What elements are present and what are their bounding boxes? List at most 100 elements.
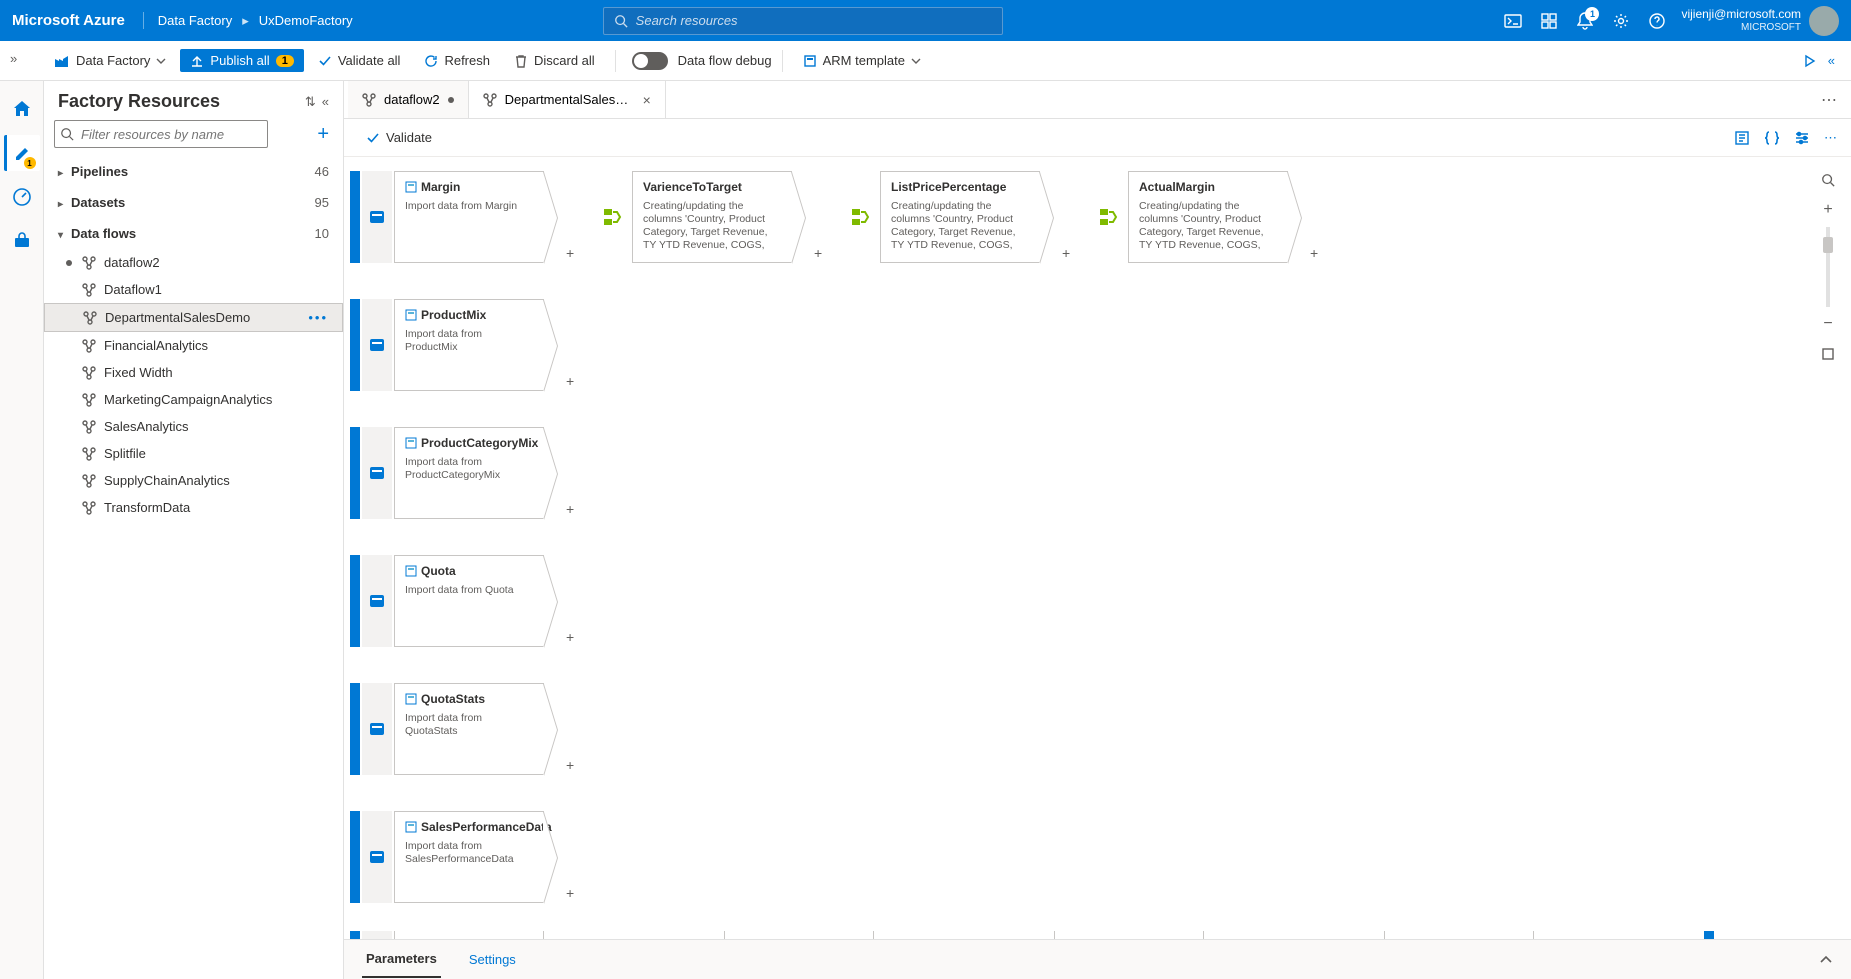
transform-node[interactable]: VarienceToTargetCreating/updating the co… [632,171,792,263]
flow-canvas[interactable]: + − MarginImport data from Margin + Varien… [344,157,1851,979]
zoom-slider[interactable] [1826,227,1830,307]
source-handle[interactable] [350,811,360,903]
add-step-button[interactable]: + [1062,245,1076,259]
source-connector[interactable] [362,683,392,775]
node-description: Creating/updating the columns 'Country, … [1139,200,1277,252]
close-icon[interactable]: × [643,92,651,108]
source-node[interactable]: ProductMixImport data from ProductMix [394,299,544,391]
transform-node[interactable]: ListPricePercentageCreating/updating the… [880,171,1040,263]
dataflow-item[interactable]: DepartmentalSalesDemo••• [44,303,343,332]
source-node[interactable]: SalesPerformanceDataImport data from Sal… [394,811,544,903]
source-icon [368,720,386,738]
source-handle[interactable] [350,683,360,775]
directory-icon[interactable] [1531,1,1567,41]
tab-overflow[interactable]: ⋯ [1807,81,1851,118]
section-pipelines[interactable]: ▸Pipelines 46 [44,156,343,187]
source-node[interactable]: MarginImport data from Margin [394,171,544,263]
filter-input[interactable] [54,120,268,148]
validate-button[interactable]: Validate [358,126,440,149]
section-datasets[interactable]: ▸Datasets 95 [44,187,343,218]
dataflow-item[interactable]: TransformData••• [44,494,343,521]
dataflow-item[interactable]: SupplyChainAnalytics••• [44,467,343,494]
rail-author[interactable]: 1 [4,135,40,171]
dataflow-item[interactable]: Fixed Width••• [44,359,343,386]
add-step-button[interactable]: + [814,245,828,259]
expand-panel-icon[interactable] [1819,955,1833,965]
debug-toggle[interactable] [632,52,668,70]
settings-icon[interactable] [1603,1,1639,41]
tab-settings[interactable]: Settings [465,942,520,977]
rail-home[interactable] [4,91,40,127]
script-view-icon[interactable] [1734,130,1750,146]
section-dataflows[interactable]: ▾Data flows 10 [44,218,343,249]
user-info[interactable]: vijienji@microsoft.com MICROSOFT [1681,7,1801,35]
dataflow-name: TransformData [104,500,190,515]
run-icon[interactable] [1802,54,1816,68]
add-step-button[interactable]: + [566,501,580,515]
rail-manage[interactable] [4,223,40,259]
refresh-button[interactable]: Refresh [414,49,500,72]
source-connector[interactable] [362,811,392,903]
pin-icon[interactable]: ⇅ [305,94,316,110]
zoom-fit-icon[interactable] [1815,341,1841,367]
transform-connector[interactable] [600,199,628,235]
source-connector[interactable] [362,171,392,263]
source-handle[interactable] [350,299,360,391]
add-step-button[interactable]: + [566,885,580,899]
add-step-button[interactable]: + [566,757,580,771]
publish-all-button[interactable]: Publish all 1 [180,49,303,72]
source-handle[interactable] [350,171,360,263]
add-step-button[interactable]: + [566,373,580,387]
dataflow-item[interactable]: MarketingCampaignAnalytics••• [44,386,343,413]
tab-departmental-sales[interactable]: DepartmentalSalesD... × [469,81,666,118]
dataflow-item[interactable]: Dataflow1••• [44,276,343,303]
source-connector[interactable] [362,427,392,519]
help-icon[interactable] [1639,1,1675,41]
add-step-button[interactable]: + [566,629,580,643]
avatar[interactable] [1809,6,1839,36]
dataflow-item[interactable]: dataflow2••• [44,249,343,276]
canvas-more-icon[interactable]: ⋯ [1824,130,1837,146]
dataflow-name: dataflow2 [104,255,160,270]
arm-template-dropdown[interactable]: ARM template [793,49,931,72]
tab-dataflow2[interactable]: dataflow2 [348,81,469,118]
transform-node[interactable]: ActualMarginCreating/updating the column… [1128,171,1288,263]
dataflow-item[interactable]: SalesAnalytics••• [44,413,343,440]
settings-sliders-icon[interactable] [1794,130,1810,146]
discard-all-button[interactable]: Discard all [504,49,605,72]
collapse-panel-icon[interactable]: « [322,94,329,110]
breadcrumb-root[interactable]: Data Factory [158,13,232,28]
source-node[interactable]: QuotaImport data from Quota [394,555,544,647]
transform-connector[interactable] [848,199,876,235]
source-connector[interactable] [362,555,392,647]
notifications-icon[interactable]: 1 [1567,1,1603,41]
zoom-search-icon[interactable] [1815,167,1841,193]
dirty-indicator [66,260,72,266]
search-input[interactable]: Search resources [603,7,1003,35]
json-view-icon[interactable] [1764,130,1780,146]
dataflow-item[interactable]: Splitfile••• [44,440,343,467]
source-connector[interactable] [362,299,392,391]
zoom-in-button[interactable]: + [1815,197,1841,223]
add-step-button[interactable]: + [1310,245,1324,259]
source-handle[interactable] [350,555,360,647]
dataset-icon [405,309,417,321]
scope-dropdown[interactable]: Data Factory [44,49,176,73]
transform-connector[interactable] [1096,199,1124,235]
dataflow-item[interactable]: FinancialAnalytics••• [44,332,343,359]
breadcrumb-leaf[interactable]: UxDemoFactory [259,13,353,28]
add-step-button[interactable]: + [566,245,580,259]
source-node[interactable]: ProductCategoryMixImport data from Produ… [394,427,544,519]
collapse-right-icon[interactable]: « [1828,53,1835,68]
cloud-shell-icon[interactable] [1495,1,1531,41]
tab-parameters[interactable]: Parameters [362,941,441,978]
source-handle[interactable] [350,427,360,519]
expand-rail-icon[interactable]: » [10,51,17,66]
zoom-out-button[interactable]: − [1815,311,1841,337]
validate-all-button[interactable]: Validate all [308,49,411,72]
item-more-icon[interactable]: ••• [308,310,328,325]
rail-monitor[interactable] [4,179,40,215]
add-resource-button[interactable]: + [313,123,333,146]
source-node[interactable]: QuotaStatsImport data from QuotaStats [394,683,544,775]
dataflow-icon [82,393,96,407]
